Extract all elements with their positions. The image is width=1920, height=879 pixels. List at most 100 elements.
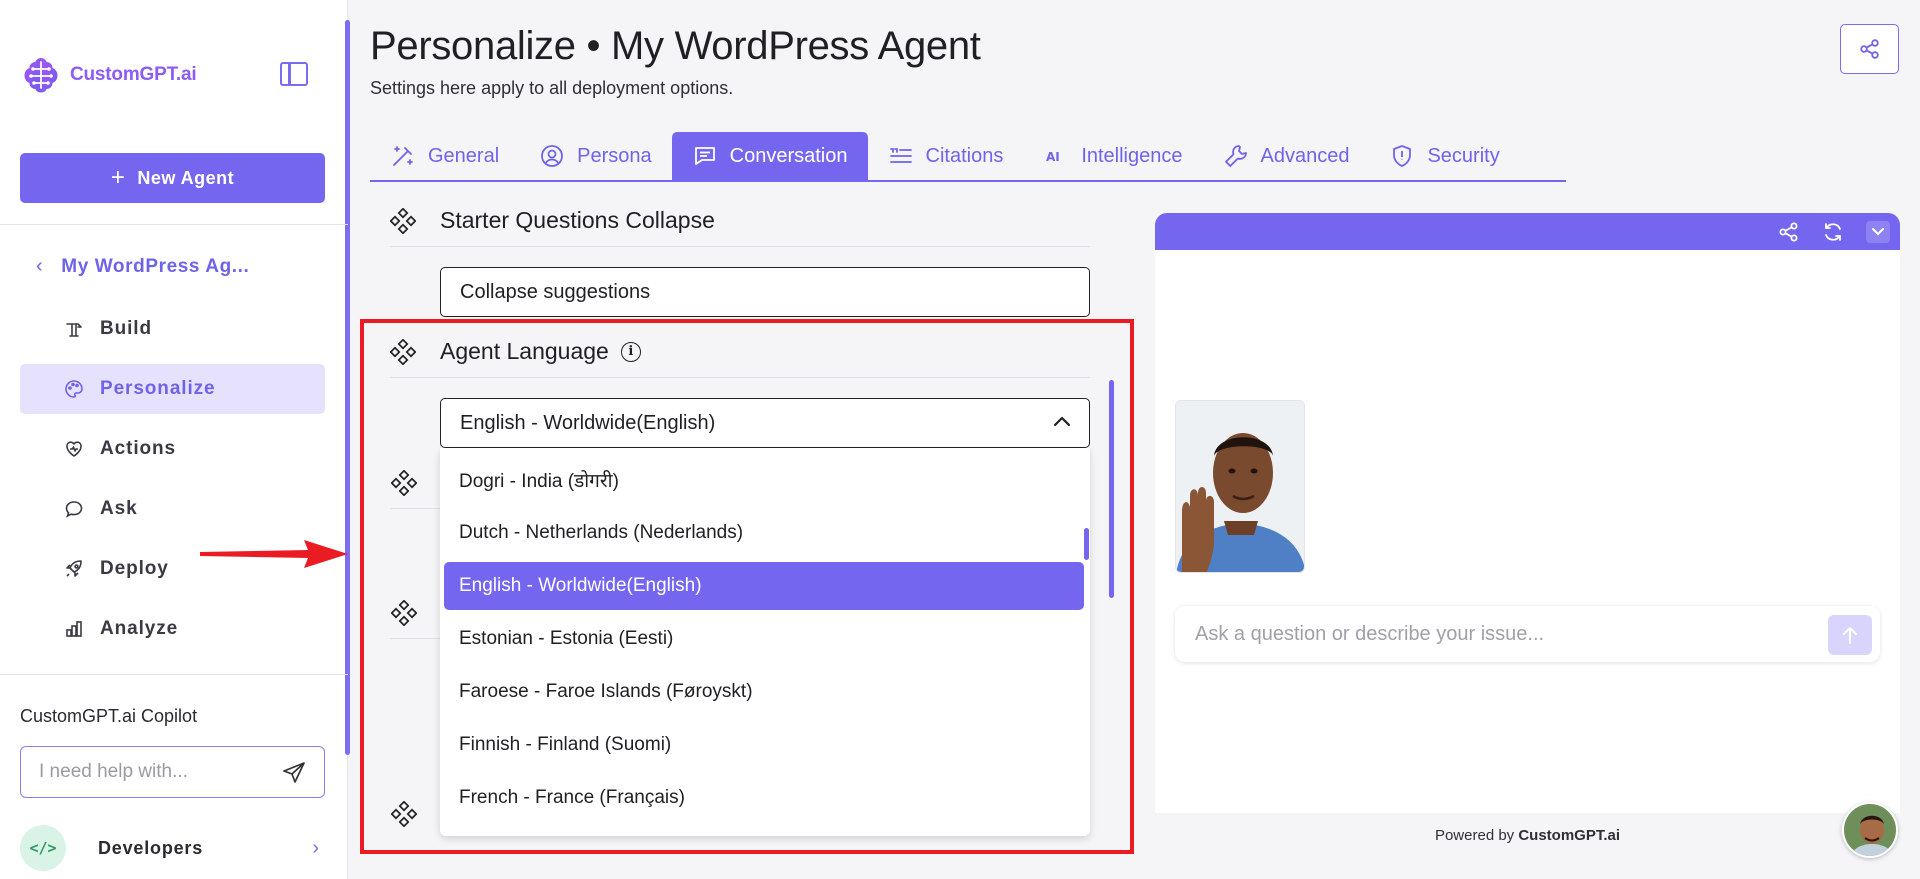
sidebar-collapse-icon[interactable] [280, 62, 308, 86]
drag-handle-icon[interactable] [390, 207, 416, 234]
language-option-selected[interactable]: English - Worldwide(English) [444, 562, 1084, 610]
drag-handle-icon[interactable] [390, 338, 416, 365]
tab-label: Persona [577, 144, 652, 167]
starter-questions-select[interactable]: Collapse suggestions [440, 267, 1090, 317]
wrench-icon [1224, 145, 1247, 167]
tab-advanced[interactable]: Advanced [1203, 132, 1370, 180]
starter-questions-header: Starter Questions Collapse [390, 195, 1090, 247]
copilot-input[interactable] [39, 761, 269, 783]
agent-back-link[interactable]: ‹ My WordPress Ag... [36, 255, 249, 278]
tab-label: General [428, 144, 500, 167]
sidebar-item-label: Actions [100, 438, 176, 459]
powered-brand[interactable]: CustomGPT.ai [1518, 827, 1620, 844]
brain-logo-icon [24, 58, 58, 93]
language-option[interactable]: Dogri - India (डोगरी) [444, 456, 1084, 504]
sidebar-item-label: Analyze [100, 618, 179, 639]
tab-label: Citations [925, 144, 1004, 167]
language-option[interactable]: Faroese - Faroe Islands (Føroyskt) [444, 668, 1084, 716]
sidebar-item-analyze[interactable]: Analyze [20, 604, 325, 654]
logo-text: CustomGPT.ai [70, 64, 197, 85]
new-agent-button[interactable]: + New Agent [20, 153, 325, 203]
setting-label: Agent Language [440, 338, 609, 364]
sidebar-item-ask[interactable]: Ask [20, 484, 325, 534]
chat-input-box [1175, 606, 1880, 662]
tab-label: Conversation [729, 144, 848, 167]
sidebar-item-personalize[interactable]: Personalize [20, 364, 325, 414]
agent-language-header: Agent Language i [390, 326, 1090, 378]
shield-icon [1393, 145, 1412, 167]
chat-icon [65, 501, 83, 518]
code-icon: </> [20, 825, 66, 871]
user-circle-icon [541, 145, 564, 167]
developers-link[interactable]: </> Developers › [20, 824, 325, 872]
send-icon[interactable] [282, 761, 306, 785]
tab-conversation[interactable]: Conversation [671, 132, 868, 180]
language-option[interactable]: Estonian - Estonia (Eesti) [444, 615, 1084, 663]
tab-intelligence[interactable]: AI Intelligence [1023, 132, 1202, 180]
language-dropdown-menu: Dogri - India (डोगरी) Dutch - Netherland… [440, 448, 1090, 836]
developers-label: Developers [98, 837, 204, 858]
drag-handle-icon[interactable] [391, 600, 417, 626]
rocket-icon [66, 560, 82, 577]
selected-language: English - Worldwide(English) [460, 411, 716, 434]
tab-label: Advanced [1260, 144, 1350, 167]
share-icon[interactable] [1778, 221, 1800, 243]
actions-icon [66, 441, 82, 457]
refresh-icon[interactable] [1822, 221, 1844, 243]
drag-handle-icon[interactable] [391, 801, 417, 827]
powered-prefix: Powered by [1434, 827, 1519, 844]
ai-icon: AI [1046, 150, 1060, 164]
sidebar-item-actions[interactable]: Actions [20, 424, 325, 474]
agent-name: My WordPress Ag... [61, 255, 250, 277]
settings-scrollbar[interactable] [1109, 380, 1114, 598]
tab-security[interactable]: Security [1369, 132, 1519, 180]
copilot-input-box [20, 746, 325, 798]
setting-label: Starter Questions Collapse [440, 207, 715, 233]
tab-label: Intelligence [1081, 144, 1183, 167]
build-icon [66, 323, 82, 337]
language-option[interactable]: French - France (Français) [444, 774, 1084, 822]
drag-handle-icon[interactable] [391, 470, 417, 496]
annotation-arrow-icon [200, 540, 348, 568]
language-option[interactable]: Finnish - Finland (Suomi) [444, 721, 1084, 769]
palette-icon [65, 380, 83, 398]
logo[interactable]: CustomGPT.ai [20, 54, 197, 96]
sidebar-item-label: Ask [100, 498, 138, 519]
sidebar-item-label: Build [100, 318, 152, 339]
sidebar-scrollbar[interactable] [345, 20, 350, 755]
tab-persona[interactable]: Persona [519, 132, 672, 180]
page-title: Personalize • My WordPress Agent [370, 24, 981, 68]
tab-general[interactable]: General [370, 132, 519, 180]
chevron-up-icon [1053, 416, 1071, 427]
share-icon [1859, 39, 1879, 59]
agent-avatar [1175, 400, 1305, 573]
message-icon [694, 147, 715, 165]
chat-send-button[interactable] [1828, 615, 1872, 655]
agent-language-select[interactable]: English - Worldwide(English) [440, 398, 1090, 448]
chevron-right-icon: › [312, 836, 319, 859]
support-chat-avatar[interactable] [1842, 802, 1898, 858]
divider [390, 508, 442, 509]
new-agent-label: New Agent [137, 167, 235, 188]
divider [0, 224, 348, 225]
chat-preview [1155, 213, 1900, 813]
share-button[interactable] [1840, 24, 1899, 74]
copilot-title: CustomGPT.ai Copilot [20, 706, 198, 726]
chevron-left-icon: ‹ [36, 255, 44, 277]
divider [0, 674, 348, 675]
sidebar: CustomGPT.ai + New Agent ‹ My WordPress … [0, 0, 350, 879]
sidebar-item-build[interactable]: Build [20, 304, 325, 354]
dropdown-scrollbar[interactable] [1084, 528, 1089, 560]
language-option[interactable]: Dutch - Netherlands (Nederlands) [444, 509, 1084, 557]
page-subtitle: Settings here apply to all deployment op… [370, 78, 734, 98]
bar-chart-icon [66, 621, 82, 637]
waving-person-avatar [1176, 401, 1304, 572]
tab-label: Security [1427, 144, 1500, 167]
chat-input[interactable] [1195, 622, 1795, 646]
tab-citations[interactable]: Citations [868, 132, 1024, 180]
collapse-preview-button[interactable] [1866, 220, 1890, 243]
sidebar-item-label: Personalize [100, 378, 216, 399]
info-icon[interactable]: i [620, 341, 641, 362]
sidebar-item-label: Deploy [100, 558, 169, 579]
plus-icon: + [110, 164, 126, 191]
